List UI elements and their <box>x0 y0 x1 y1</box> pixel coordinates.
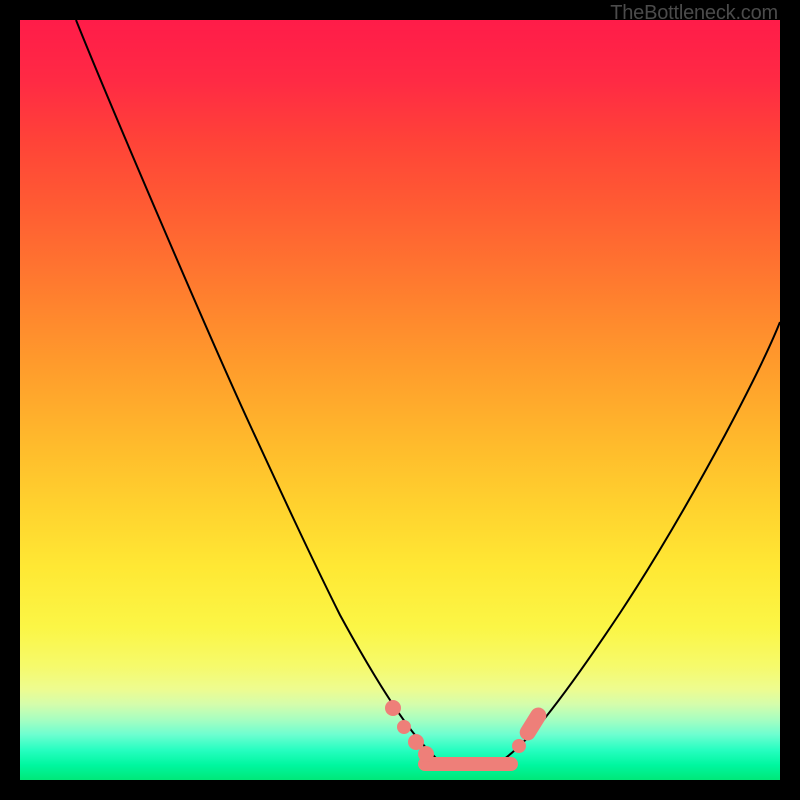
chart-svg <box>20 20 780 780</box>
left-markers <box>385 700 434 762</box>
right-markers <box>512 704 549 753</box>
bottom-marker-band <box>418 757 518 771</box>
left-curve <box>76 20 440 762</box>
attribution-text: TheBottleneck.com <box>610 2 778 25</box>
chart-frame: TheBottleneck.com <box>0 0 800 800</box>
right-curve <box>500 322 780 762</box>
